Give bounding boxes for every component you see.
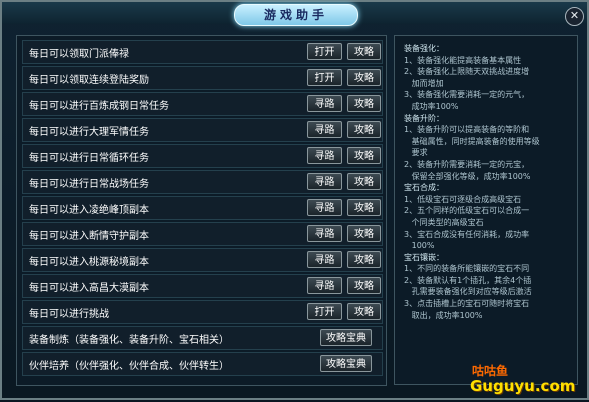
help-line: 2、五个同样的低级宝石可以合成一 xyxy=(404,206,530,216)
help-line: 100% xyxy=(404,241,435,251)
task-label: 每日可以进行日常循环任务 xyxy=(29,153,149,164)
watermark-domain: Guguyu.com xyxy=(470,377,576,395)
task-label: 每日可以进入凌绝峰顶副本 xyxy=(29,205,149,216)
task-label: 伙伴培养（伙伴强化、伙伴合成、伙伴转生） xyxy=(29,361,229,372)
task-row: 每日可以进入断情守护副本 寻路 攻略 xyxy=(22,222,383,246)
guide-button[interactable]: 攻略 xyxy=(347,69,381,86)
help-line: 3、装备强化需要消耗一定的元气， xyxy=(404,90,530,100)
site-watermark: 咕咕鱼 Guguyu.com xyxy=(464,362,575,402)
guide-button[interactable]: 攻略 xyxy=(347,303,381,320)
help-line: 2、装备升阶需要消耗一定的元宝， xyxy=(404,159,530,169)
help-line: 1、不同的装备所能镶嵌的宝石不同 xyxy=(404,264,530,274)
help-line: 个同类型的高级宝石 xyxy=(404,217,484,227)
help-line: 1、装备强化能提高装备基本属性 xyxy=(404,55,522,65)
task-label: 每日可以进行百炼成钢日常任务 xyxy=(29,101,169,112)
help-line: 2、装备默认有1个插孔，其余4个插 xyxy=(404,275,532,285)
task-row: 每日可以进行日常循环任务 寻路 攻略 xyxy=(22,144,383,168)
task-row: 每日可以进入高昌大漠副本 寻路 攻略 xyxy=(22,274,383,298)
guide-button[interactable]: 攻略 xyxy=(347,95,381,112)
guide-button[interactable]: 攻略 xyxy=(347,199,381,216)
task-row: 每日可以领取连续登陆奖励 打开 攻略 xyxy=(22,66,383,90)
guide-button[interactable]: 攻略 xyxy=(347,147,381,164)
guide-book-button[interactable]: 攻略宝典 xyxy=(320,355,372,372)
guide-book-button[interactable]: 攻略宝典 xyxy=(320,329,372,346)
help-line: 宝石合成： xyxy=(404,183,444,193)
task-row: 每日可以进行大理军情任务 寻路 攻略 xyxy=(22,118,383,142)
guide-button[interactable]: 攻略 xyxy=(347,121,381,138)
title-bar: 游戏助手 ✕ xyxy=(2,2,587,26)
help-line: 1、装备升阶可以提高装备的等阶和 xyxy=(404,125,530,135)
open-button[interactable]: 打开 xyxy=(307,303,342,320)
help-line: 3、宝石合成没有任何消耗，成功率 xyxy=(404,229,530,239)
guide-button[interactable]: 攻略 xyxy=(347,225,381,242)
task-label: 每日可以进行日常战场任务 xyxy=(29,179,149,190)
task-row: 每日可以进入桃源秘境副本 寻路 攻略 xyxy=(22,248,383,272)
close-icon: ✕ xyxy=(569,9,580,22)
help-line: 装备强化： xyxy=(404,44,444,53)
guide-button[interactable]: 攻略 xyxy=(347,173,381,190)
pathfind-button[interactable]: 寻路 xyxy=(307,277,342,294)
task-label: 每日可以进入断情守护副本 xyxy=(29,231,149,242)
help-line: 基础属性，同时提高装备的使用等级 xyxy=(404,136,540,146)
task-row: 每日可以进行日常战场任务 寻路 攻略 xyxy=(22,170,383,194)
help-line: 取出，成功率100% xyxy=(404,310,483,320)
task-row: 每日可以领取门派俸禄 打开 攻略 xyxy=(22,40,383,64)
help-line: 1、低级宝石可逐级合成高级宝石 xyxy=(404,194,522,204)
close-button[interactable]: ✕ xyxy=(565,7,584,26)
help-line: 孔需要装备强化到对应等级后激活 xyxy=(404,287,532,297)
guide-button[interactable]: 攻略 xyxy=(347,43,381,60)
help-line: 2、装备强化上限随天双挑战进度增 xyxy=(404,67,530,77)
help-line: 保留全部强化等级，成功率100% xyxy=(404,171,531,181)
pathfind-button[interactable]: 寻路 xyxy=(307,121,342,138)
task-label: 每日可以进入桃源秘境副本 xyxy=(29,257,149,268)
game-assistant-window: 游戏助手 ✕ 每日可以领取门派俸禄 打开 攻略 每日可以领取连续登陆奖励 打开 … xyxy=(0,0,589,400)
task-row: 伙伴培养（伙伴强化、伙伴合成、伙伴转生） 攻略宝典 xyxy=(22,352,383,376)
guide-button[interactable]: 攻略 xyxy=(347,251,381,268)
help-line: 加而增加 xyxy=(404,78,444,88)
window-title: 游戏助手 xyxy=(234,4,358,26)
task-row: 每日可以进行挑战 打开 攻略 xyxy=(22,300,383,324)
help-line: 装备升阶： xyxy=(404,113,444,123)
open-button[interactable]: 打开 xyxy=(307,43,342,60)
pathfind-button[interactable]: 寻路 xyxy=(307,173,342,190)
help-line: 3、点击插槽上的宝石可随时将宝石 xyxy=(404,299,530,309)
guide-button[interactable]: 攻略 xyxy=(347,277,381,294)
pathfind-button[interactable]: 寻路 xyxy=(307,147,342,164)
task-row: 每日可以进行百炼成钢日常任务 寻路 攻略 xyxy=(22,92,383,116)
pathfind-button[interactable]: 寻路 xyxy=(307,95,342,112)
open-button[interactable]: 打开 xyxy=(307,69,342,86)
help-panel: 装备强化： 1、装备强化能提高装备基本属性 2、装备强化上限随天双挑战进度增 加… xyxy=(394,35,578,385)
task-row: 每日可以进入凌绝峰顶副本 寻路 攻略 xyxy=(22,196,383,220)
pathfind-button[interactable]: 寻路 xyxy=(307,199,342,216)
task-label: 每日可以进行大理军情任务 xyxy=(29,127,149,138)
task-row: 装备制炼（装备强化、装备升阶、宝石相关） 攻略宝典 xyxy=(22,326,383,350)
help-line: 成功率100% xyxy=(404,101,459,111)
task-label: 装备制炼（装备强化、装备升阶、宝石相关） xyxy=(29,335,229,346)
task-label: 每日可以进入高昌大漠副本 xyxy=(29,283,149,294)
help-text: 装备强化： 1、装备强化能提高装备基本属性 2、装备强化上限随天双挑战进度增 加… xyxy=(404,43,574,321)
help-line: 宝石镶嵌： xyxy=(404,252,444,262)
help-line: 要求 xyxy=(404,148,428,158)
task-label: 每日可以进行挑战 xyxy=(29,309,109,320)
task-label: 每日可以领取连续登陆奖励 xyxy=(29,75,149,86)
pathfind-button[interactable]: 寻路 xyxy=(307,251,342,268)
task-label: 每日可以领取门派俸禄 xyxy=(29,49,129,60)
task-list-panel: 每日可以领取门派俸禄 打开 攻略 每日可以领取连续登陆奖励 打开 攻略 每日可以… xyxy=(16,35,387,386)
pathfind-button[interactable]: 寻路 xyxy=(307,225,342,242)
